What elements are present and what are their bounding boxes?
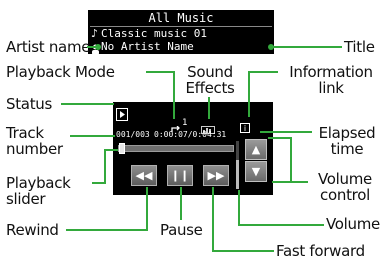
leader-line-status (61, 103, 114, 105)
leader-line-volctl-v (290, 137, 292, 183)
leader-line-ff-v (212, 187, 214, 252)
callout-track-number-line2: number (6, 140, 63, 158)
callout-pause: Pause (160, 221, 203, 239)
volume-level-fill (236, 160, 239, 189)
callout-title: Title (344, 38, 375, 56)
information-icon[interactable]: i (240, 118, 250, 133)
sound-effects-icon (201, 119, 215, 134)
track-title: Classic music 01 (101, 27, 207, 40)
callout-volume: Volume (326, 215, 380, 233)
track-counter: 001/003 (116, 130, 150, 139)
callout-fast-forward: Fast forward (276, 242, 365, 260)
callout-rewind: Rewind (6, 221, 59, 239)
leader-line-volume-v (238, 190, 240, 226)
leader-line-track (70, 135, 115, 137)
volume-meter (236, 141, 239, 189)
leader-line-pause (180, 187, 182, 220)
leader-line-slider-v (104, 149, 106, 184)
callout-playback-slider-line2: slider (6, 190, 46, 208)
callout-sound-effects: Sound Effects (178, 64, 242, 96)
volume-up-button[interactable]: ▲ (245, 139, 267, 160)
music-note-icon: ♪ (91, 27, 99, 40)
callout-track-number-line1: Track (6, 124, 44, 142)
volume-down-icon: ▼ (251, 165, 261, 178)
artist-name: No Artist Name (101, 40, 194, 53)
leader-line-mode-v (173, 71, 175, 119)
leader-line-volctl-top (268, 137, 292, 139)
volume-up-icon: ▲ (251, 143, 261, 156)
callout-playback-slider: Playback slider (6, 175, 71, 207)
leader-dot-artist (95, 44, 101, 50)
callout-information-link-line1: Information (289, 63, 373, 81)
leader-line-ff-h (212, 250, 274, 252)
rewind-button[interactable]: ◀◀ (131, 165, 157, 186)
callout-status: Status (6, 95, 52, 113)
callout-track-number: Track number (6, 125, 63, 157)
leader-line-info-h (248, 71, 278, 73)
leader-line-rewind-h (66, 229, 148, 231)
leader-line-sound (208, 97, 210, 119)
callout-elapsed-time-line2: time (330, 140, 364, 158)
rewind-icon: ◀◀ (135, 169, 153, 182)
callout-sound-effects-line2: Effects (185, 79, 235, 97)
svg-text:i: i (244, 124, 246, 133)
callout-volume-control: Volume control (310, 171, 380, 203)
leader-line-elapsed (260, 131, 312, 133)
leader-line-rewind-v (146, 187, 148, 231)
pause-icon: ❙❙ (170, 169, 190, 182)
leader-line-mode-h (146, 71, 175, 73)
callout-information-link-line2: link (318, 79, 344, 97)
callout-sound-effects-line1: Sound (187, 63, 233, 81)
fast-forward-icon: ▶▶ (207, 169, 225, 182)
volume-control: ▲ ▼ (245, 139, 267, 183)
leader-line-title (272, 46, 342, 48)
mode-label: 1 (182, 118, 188, 128)
leader-line-slider-t (104, 149, 118, 151)
callout-elapsed-time: Elapsed time (314, 125, 380, 157)
leader-line-info-v (248, 71, 250, 117)
fast-forward-button[interactable]: ▶▶ (203, 165, 229, 186)
callout-elapsed-time-line1: Elapsed (318, 124, 376, 142)
callout-volume-control-line1: Volume (318, 170, 372, 188)
play-status-icon (116, 106, 128, 121)
elapsed-time: 0:00:07/0:04:31 (154, 130, 227, 139)
callout-playback-mode: Playback Mode (6, 63, 115, 81)
callout-volume-control-line2: control (320, 186, 370, 204)
volume-down-button[interactable]: ▼ (245, 161, 267, 182)
title-block: All Music ♪ Classic music 01 No Artist N… (88, 10, 274, 55)
leader-line-volume-h (238, 224, 324, 226)
playback-slider[interactable] (118, 143, 234, 154)
callout-information-link: Information link (283, 64, 379, 96)
repeat-mode-icon (171, 119, 181, 132)
callout-artist-name: Artist name (6, 38, 91, 56)
playback-slider-knob[interactable] (119, 143, 126, 154)
pause-button[interactable]: ❙❙ (167, 165, 193, 186)
callout-playback-slider-line1: Playback (6, 174, 71, 192)
screen-title: All Music (148, 11, 214, 25)
